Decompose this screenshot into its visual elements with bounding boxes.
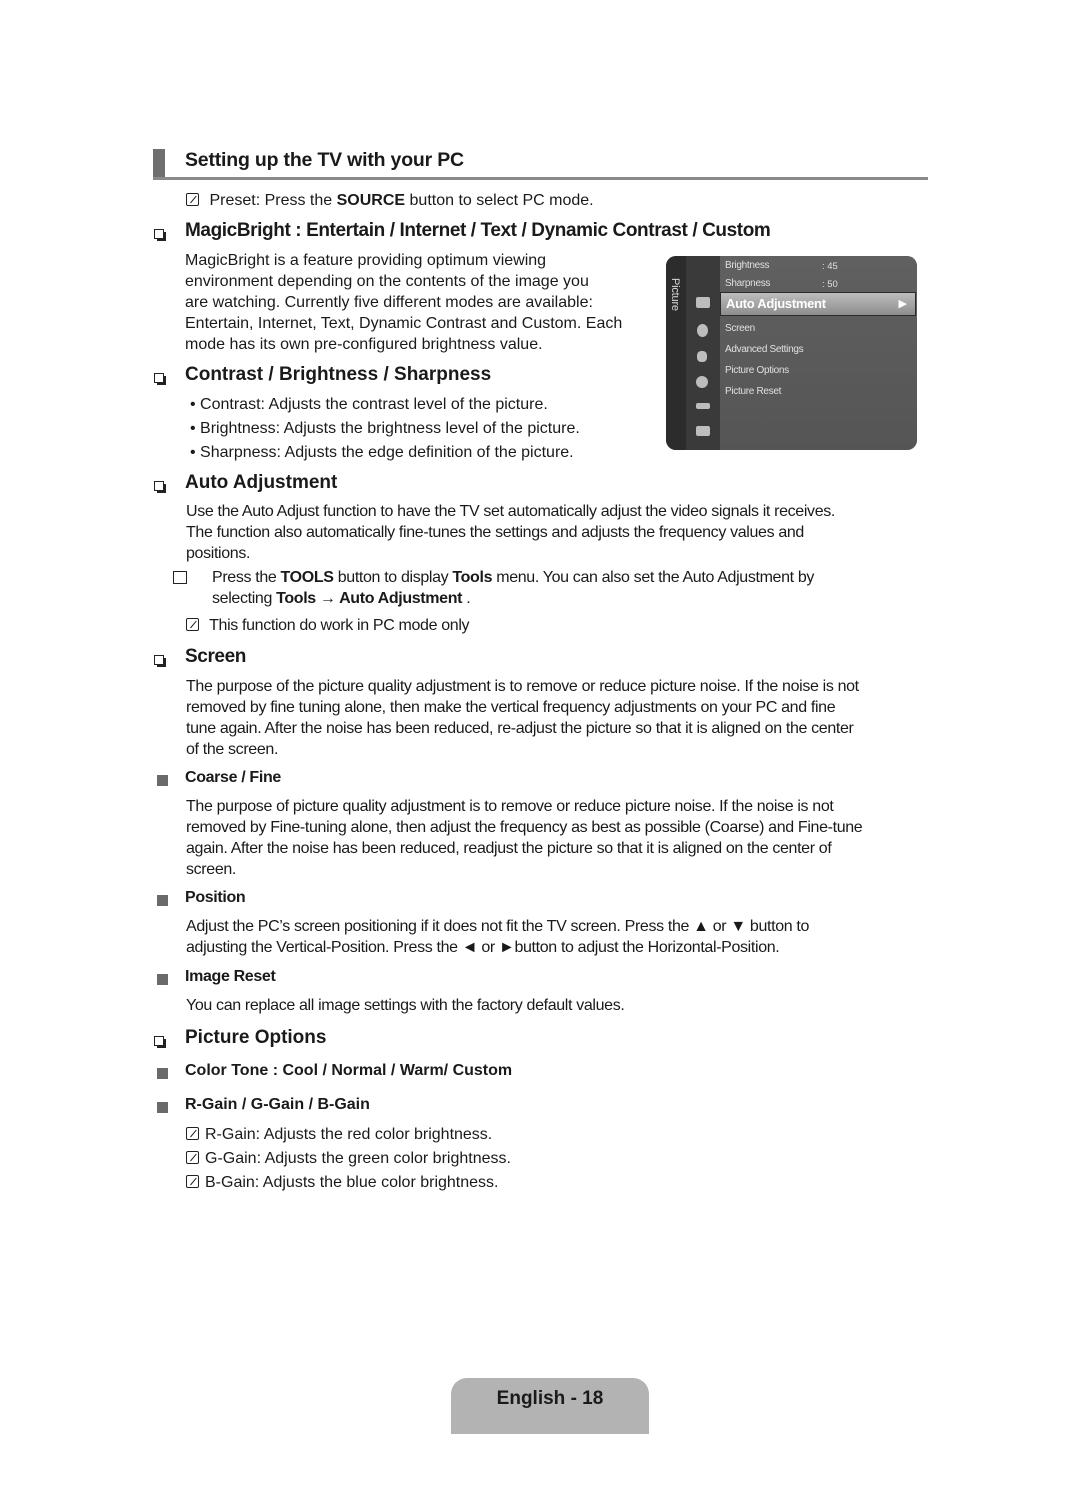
menu-sidebar: Picture: [666, 256, 686, 450]
screen-description: The purpose of the picture quality adjus…: [186, 678, 859, 758]
page-number: English - 18: [496, 1388, 604, 1409]
section-title-bar: [153, 149, 165, 177]
menu-item-sharpness[interactable]: Sharpness: [725, 278, 770, 289]
image-reset-heading: Image Reset: [185, 968, 276, 985]
gain-note: B-Gain: Adjusts the blue color brightnes…: [186, 1171, 511, 1195]
menu-list: Brightness : 45 Sharpness : 50 Auto Adju…: [720, 256, 917, 450]
checkbox-bullet-icon: [154, 1033, 166, 1051]
input-icon[interactable]: [696, 403, 710, 409]
bullet-item: • Brightness: Adjusts the brightness lev…: [190, 420, 580, 437]
square-bullet-icon: [157, 773, 168, 791]
square-bullet-icon: [157, 893, 168, 911]
square-bullet-icon: [157, 1066, 168, 1084]
position-description: Adjust the PC’s screen positioning if it…: [186, 918, 810, 956]
note-icon: [186, 1127, 199, 1140]
menu-item-auto-adjustment[interactable]: Auto Adjustment ▶: [720, 292, 916, 316]
note-icon: [186, 618, 199, 631]
coarse-fine-heading: Coarse / Fine: [185, 769, 281, 786]
menu-item-screen[interactable]: Screen: [725, 323, 755, 334]
section-title: Setting up the TV with your PC: [185, 149, 464, 171]
channel-icon[interactable]: [697, 351, 707, 362]
square-bullet-icon: [157, 972, 168, 990]
menu-item-picture-reset[interactable]: Picture Reset: [725, 386, 781, 397]
tools-icon: [173, 570, 187, 588]
square-bullet-icon: [157, 1100, 168, 1118]
coarse-fine-description: The purpose of picture quality adjustmen…: [186, 798, 863, 878]
chevron-right-icon: ▶: [898, 298, 907, 310]
gain-notes: R-Gain: Adjusts the red color brightness…: [186, 1123, 511, 1195]
bullet-item: • Contrast: Adjusts the contrast level o…: [190, 396, 548, 413]
contrast-heading: Contrast / Brightness / Sharpness: [185, 364, 492, 385]
sharpness-value: : 50: [822, 279, 838, 290]
gain-heading: R-Gain / G-Gain / B-Gain: [185, 1096, 370, 1113]
preset-note: Preset: Press the SOURCE button to selec…: [186, 190, 594, 211]
auto-adjustment-heading: Auto Adjustment: [185, 472, 338, 493]
contrast-bullets: • Contrast: Adjusts the contrast level o…: [190, 393, 580, 465]
menu-item-picture-options[interactable]: Picture Options: [725, 365, 789, 376]
application-icon[interactable]: [696, 426, 710, 436]
checkbox-bullet-icon: [154, 652, 166, 670]
screen-heading: Screen: [185, 646, 246, 667]
note-icon: [186, 1151, 199, 1164]
menu-item-brightness[interactable]: Brightness: [725, 260, 770, 271]
menu-category-label: Picture: [669, 278, 681, 311]
checkbox-bullet-icon: [154, 370, 166, 388]
magicbright-description: MagicBright is a feature providing optim…: [185, 252, 623, 353]
menu-item-advanced-settings[interactable]: Advanced Settings: [725, 344, 804, 355]
brightness-value: : 45: [822, 261, 838, 272]
picture-icon[interactable]: [696, 297, 710, 308]
section-title-rule: [153, 177, 928, 180]
image-reset-description: You can replace all image settings with …: [186, 997, 625, 1014]
position-heading: Position: [185, 889, 246, 906]
picture-options-heading: Picture Options: [185, 1027, 327, 1048]
auto-adjustment-description: Use the Auto Adjust function to have the…: [186, 503, 835, 562]
tools-note: Press the TOOLS button to display Tools …: [212, 569, 815, 607]
tv-picture-menu: Picture Brightness : 45 Sharpness : 50 A…: [666, 256, 917, 450]
gain-note: G-Gain: Adjusts the green color brightne…: [186, 1147, 511, 1171]
setup-gear-icon[interactable]: [696, 376, 708, 388]
note-icon: [186, 1175, 199, 1188]
magicbright-heading: MagicBright : Entertain / Internet / Tex…: [185, 220, 771, 241]
gain-note: R-Gain: Adjusts the red color brightness…: [186, 1123, 511, 1147]
sound-icon[interactable]: [697, 324, 708, 337]
bullet-item: • Sharpness: Adjusts the edge definition…: [190, 444, 574, 461]
checkbox-bullet-icon: [154, 226, 166, 244]
note-icon: [186, 193, 199, 206]
checkbox-bullet-icon: [154, 478, 166, 496]
menu-icon-column: [686, 256, 720, 450]
pc-mode-note: This function do work in PC mode only: [186, 615, 470, 636]
color-tone-heading: Color Tone : Cool / Normal / Warm/ Custo…: [185, 1062, 513, 1079]
